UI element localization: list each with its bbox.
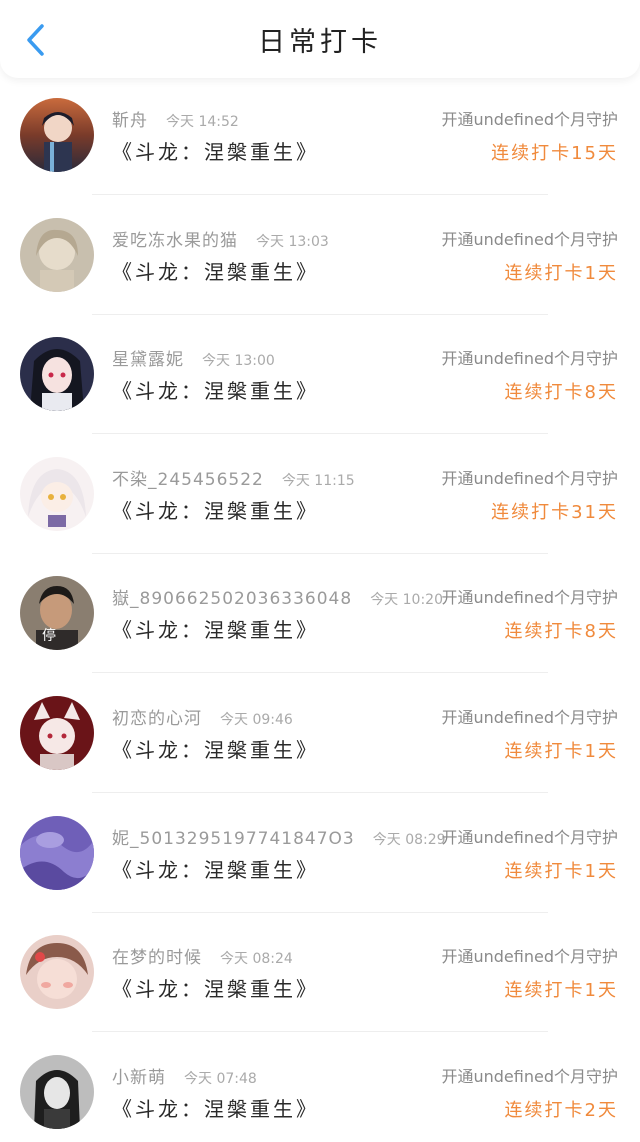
list-item[interactable]: 妮_5013295197741847O3 今天 08:29 《斗龙：涅槃重生》 开…	[0, 815, 640, 936]
streak-badge: 连续打卡1天	[504, 262, 618, 284]
guard-text: 开通undefined个月守护	[441, 827, 618, 847]
divider	[92, 552, 548, 554]
book-title[interactable]: 《斗龙：涅槃重生》	[112, 375, 319, 404]
timestamp: 今天 07:48	[184, 1070, 257, 1087]
list-item[interactable]: 星黛露妮 今天 13:00 《斗龙：涅槃重生》 开通undefined个月守护 连…	[0, 337, 640, 457]
timestamp: 今天 11:15	[281, 472, 355, 489]
divider	[92, 1031, 548, 1033]
username[interactable]: 在梦的时候	[112, 948, 202, 968]
streak-badge: 连续打卡8天	[504, 382, 618, 404]
streak-badge: 连续打卡31天	[491, 501, 618, 523]
timestamp: 今天 13:00	[202, 353, 275, 370]
guard-text: 开通undefined个月守护	[441, 229, 618, 249]
username[interactable]: 初恋的心河	[112, 709, 202, 729]
book-title[interactable]: 《斗龙：涅槃重生》	[112, 136, 319, 165]
username[interactable]: 小新萌	[112, 1068, 166, 1088]
page: 日常打卡 靳舟 今天 14:52 《斗龙：涅槃重生》 开通undefined个月…	[0, 0, 640, 1142]
username[interactable]: 不染_245456522	[112, 470, 264, 490]
divider	[92, 672, 548, 674]
list-item[interactable]: 停 嶽_890662502036336048 今天 10:20 《斗龙：涅槃重生》…	[0, 576, 640, 696]
svg-text:停: 停	[42, 627, 56, 644]
streak-badge: 连续打卡8天	[504, 621, 618, 643]
book-title[interactable]: 《斗龙：涅槃重生》	[112, 495, 319, 524]
avatar-dark-hair-girl[interactable]	[20, 337, 94, 412]
list-item[interactable]: 不染_245456522 今天 11:15 《斗龙：涅槃重生》 开通undefin…	[0, 456, 640, 577]
book-title[interactable]: 《斗龙：涅槃重生》	[112, 614, 319, 643]
avatar-anime-boy[interactable]	[20, 98, 94, 172]
page-title: 日常打卡	[258, 27, 382, 58]
username[interactable]: 星黛露妮	[112, 350, 184, 370]
username[interactable]: 靳舟	[112, 111, 148, 131]
item-meta: 星黛露妮 今天 13:00	[112, 345, 275, 370]
timestamp: 今天 08:29	[372, 831, 446, 848]
book-title[interactable]: 《斗龙：涅槃重生》	[112, 854, 319, 883]
divider	[92, 433, 548, 435]
header-bar: 日常打卡	[0, 0, 640, 78]
list-item[interactable]: 爱吃冻水果的猫 今天 13:03 《斗龙：涅槃重生》 开通undefined个月守…	[0, 217, 640, 338]
streak-badge: 连续打卡1天	[504, 740, 618, 762]
item-meta: 嶽_890662502036336048 今天 10:20	[112, 584, 443, 609]
list-item[interactable]: 初恋的心河 今天 09:46 《斗龙：涅槃重生》 开通undefined个月守护 …	[0, 695, 640, 816]
timestamp: 今天 10:20	[370, 592, 443, 609]
avatar-fox-girl[interactable]	[20, 695, 94, 770]
item-meta: 靳舟 今天 14:52	[112, 106, 239, 131]
username[interactable]: 嶽_890662502036336048	[112, 589, 352, 609]
guard-text: 开通undefined个月守护	[441, 707, 618, 727]
timestamp: 今天 13:03	[256, 233, 329, 250]
divider	[92, 313, 548, 315]
streak-badge: 连续打卡1天	[504, 860, 618, 882]
streak-badge: 连续打卡15天	[491, 143, 618, 164]
item-meta: 初恋的心河 今天 09:46	[112, 704, 293, 729]
divider	[92, 194, 548, 195]
guard-text: 开通undefined个月守护	[441, 110, 618, 129]
book-title[interactable]: 《斗龙：涅槃重生》	[112, 1093, 319, 1122]
list-item[interactable]: 靳舟 今天 14:52 《斗龙：涅槃重生》 开通undefined个月守护 连续打…	[0, 98, 640, 218]
timestamp: 今天 08:24	[220, 951, 293, 968]
guard-text: 开通undefined个月守护	[441, 468, 618, 488]
item-meta: 在梦的时候 今天 08:24	[112, 943, 293, 968]
item-meta: 妮_5013295197741847O3 今天 08:29	[112, 824, 446, 849]
item-meta: 爱吃冻水果的猫 今天 13:03	[112, 226, 329, 251]
username[interactable]: 妮_5013295197741847O3	[112, 829, 355, 849]
avatar-photo-man[interactable]: 停	[20, 576, 94, 651]
streak-badge: 连续打卡1天	[504, 980, 618, 1002]
book-title[interactable]: 《斗龙：涅槃重生》	[112, 973, 319, 1002]
avatar-purple-cloth[interactable]	[20, 815, 94, 890]
timestamp: 今天 14:52	[166, 114, 239, 130]
username[interactable]: 爱吃冻水果的猫	[112, 231, 238, 251]
guard-text: 开通undefined个月守护	[441, 588, 618, 608]
item-meta: 不染_245456522 今天 11:15	[112, 465, 355, 490]
guard-text: 开通undefined个月守护	[441, 947, 618, 967]
book-title[interactable]: 《斗龙：涅槃重生》	[112, 256, 319, 285]
avatar-bw-girl[interactable]	[20, 1054, 94, 1129]
list-item[interactable]: 小新萌 今天 07:48 《斗龙：涅槃重生》 开通undefined个月守护 连续…	[0, 1054, 640, 1142]
book-title[interactable]: 《斗龙：涅槃重生》	[112, 734, 319, 763]
checkin-list: 靳舟 今天 14:52 《斗龙：涅槃重生》 开通undefined个月守护 连续打…	[0, 98, 640, 1142]
avatar-blush-girl[interactable]	[20, 935, 94, 1010]
avatar-white-hair-chibi[interactable]	[20, 456, 94, 531]
list-item[interactable]: 在梦的时候 今天 08:24 《斗龙：涅槃重生》 开通undefined个月守护 …	[0, 935, 640, 1055]
guard-text: 开通undefined个月守护	[441, 349, 618, 369]
timestamp: 今天 09:46	[220, 711, 293, 728]
streak-badge: 连续打卡2天	[504, 1099, 618, 1121]
guard-text: 开通undefined个月守护	[441, 1066, 618, 1086]
item-meta: 小新萌 今天 07:48	[112, 1063, 257, 1088]
divider	[92, 791, 548, 793]
avatar-sketch-girl[interactable]	[20, 217, 94, 292]
divider	[92, 911, 548, 913]
